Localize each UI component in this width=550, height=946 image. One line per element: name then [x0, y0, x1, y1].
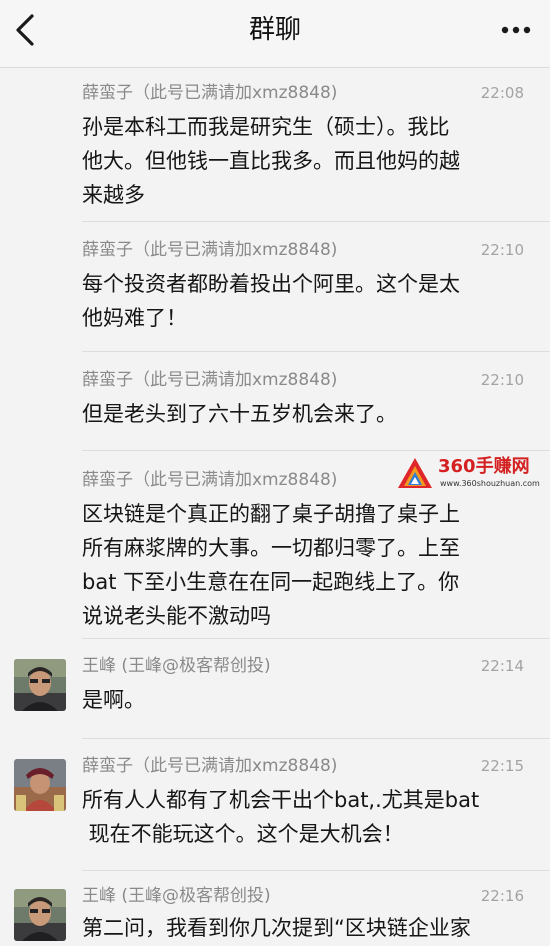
message-line: 每个投资者都盼着投出个阿里。这个是太	[82, 272, 460, 296]
message-line: 他大。但他钱一直比我多。而且他妈的越	[82, 149, 460, 173]
message-text: 但是老头到了六十五岁机会来了。	[82, 397, 532, 431]
divider	[82, 638, 550, 639]
divider	[82, 221, 550, 222]
message-time: 22:15	[480, 757, 524, 775]
message-time: 22:08	[480, 84, 524, 102]
logo-icon	[398, 458, 432, 488]
message-line: 说说老头能不激动吗	[82, 604, 271, 628]
message-time: 22:14	[480, 657, 524, 675]
message-line: 第二问，我看到你几次提到“区块链企业家	[82, 916, 471, 940]
message-text: 每个投资者都盼着投出个阿里。这个是太 他妈难了！	[82, 267, 532, 335]
sender-name: 王峰 (王峰@极客帮创投)	[82, 656, 271, 676]
message-line: bat 下至小生意在在同一起跑线上了。你	[82, 570, 460, 594]
watermark-url: www.360shouzhuan.com	[440, 479, 540, 488]
sender-name: 薛蛮子（此号已满请加xmz8848)	[82, 240, 338, 260]
sender-name: 薛蛮子（此号已满请加xmz8848)	[82, 470, 338, 490]
message-time: 22:16	[480, 887, 524, 905]
divider	[82, 450, 550, 451]
divider	[82, 870, 550, 871]
message-list[interactable]: 薛蛮子（此号已满请加xmz8848) 22:08 孙是本科工而我是研究生（硕士）…	[0, 68, 550, 946]
message-line: 区块链是个真正的翻了桌子胡撸了桌子上	[82, 502, 460, 526]
sender-name: 薛蛮子（此号已满请加xmz8848)	[82, 756, 338, 776]
watermark: 360手赚网 www.360shouzhuan.com	[396, 456, 546, 494]
message-text: 所有人人都有了机会干出个bat,.尤其是bat 现在不能玩这个。这个是大机会！	[82, 783, 532, 851]
message-time: 22:10	[480, 241, 524, 259]
avatar[interactable]	[14, 889, 66, 941]
message-text: 区块链是个真正的翻了桌子胡撸了桌子上 所有麻浆牌的大事。一切都归零了。上至 ba…	[82, 497, 532, 633]
ellipsis-icon	[501, 26, 531, 34]
message-line: 孙是本科工而我是研究生（硕士）。我比	[82, 115, 450, 139]
page-title: 群聊	[248, 15, 301, 45]
divider	[82, 738, 550, 739]
message-time: 22:10	[480, 371, 524, 389]
message-line: 所有麻浆牌的大事。一切都归零了。上至	[82, 536, 460, 560]
watermark-title: 360手赚网	[438, 456, 530, 477]
more-button[interactable]	[500, 18, 532, 42]
message-text: 是啊。	[82, 683, 532, 717]
message-text: 孙是本科工而我是研究生（硕士）。我比 他大。但他钱一直比我多。而且他妈的越 来越…	[82, 110, 532, 212]
sender-name: 薛蛮子（此号已满请加xmz8848)	[82, 83, 338, 103]
message-line: 现在不能玩这个。这个是大机会！	[82, 822, 404, 846]
sender-name: 薛蛮子（此号已满请加xmz8848)	[82, 370, 338, 390]
message-line: 来越多	[82, 183, 145, 207]
message-line: 他妈难了！	[82, 306, 187, 330]
message-text: 第二问，我看到你几次提到“区块链企业家	[82, 911, 532, 945]
message-line: 但是老头到了六十五岁机会来了。	[82, 402, 397, 426]
message-line: 所有人人都有了机会干出个bat,.尤其是bat	[82, 788, 480, 812]
avatar[interactable]	[14, 659, 66, 711]
nav-bar: 群聊	[0, 0, 550, 68]
divider	[82, 351, 550, 352]
message-line: 是啊。	[82, 688, 145, 712]
avatar[interactable]	[14, 759, 66, 811]
sender-name: 王峰 (王峰@极客帮创投)	[82, 886, 271, 906]
